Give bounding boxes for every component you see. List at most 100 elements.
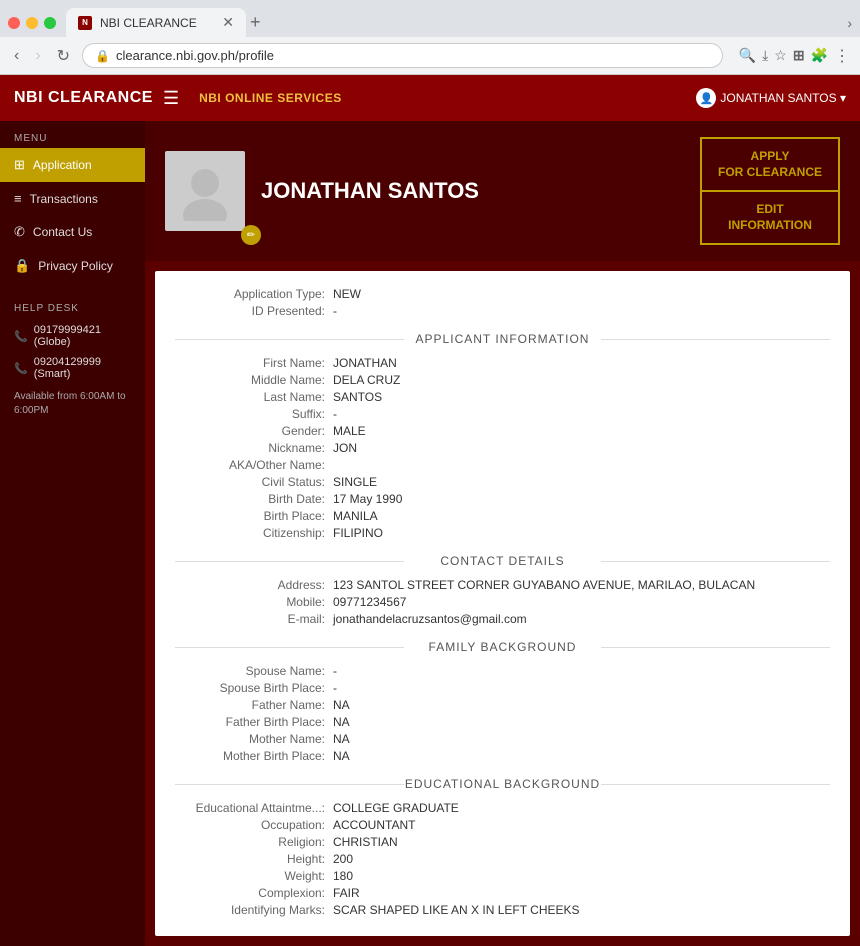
field-value: SINGLE: [333, 475, 377, 489]
user-avatar-icon: 👤: [696, 88, 716, 108]
menu-label: MENU: [0, 121, 145, 148]
field-value: -: [333, 681, 337, 695]
help-desk-label: HELP DESK: [0, 283, 145, 320]
field-label: Citizenship:: [175, 526, 325, 540]
field-label: Educational Attaintme...:: [175, 801, 325, 815]
extension-icon[interactable]: 🧩: [811, 47, 828, 64]
field-value: 09771234567: [333, 595, 406, 609]
sidebar-item-application[interactable]: ⊞ Application: [0, 148, 145, 182]
tab-title: NBI CLEARANCE: [100, 16, 197, 30]
sidebar-item-contact[interactable]: ✆ Contact Us: [0, 215, 145, 249]
field-row: Gender:MALE: [175, 424, 830, 438]
info-card: Application Type: NEW ID Presented: - AP…: [155, 271, 850, 936]
user-name[interactable]: JONATHAN SANTOS ▾: [720, 91, 846, 105]
field-label: First Name:: [175, 356, 325, 370]
address-bar: ‹ › ↻ 🔒 clearance.nbi.gov.ph/profile 🔍 ⤓…: [0, 37, 860, 74]
field-row: Occupation:ACCOUNTANT: [175, 818, 830, 832]
field-label: Mobile:: [175, 595, 325, 609]
field-label: Father Birth Place:: [175, 715, 325, 729]
lock-icon: 🔒: [95, 49, 110, 63]
field-row: E-mail:jonathandelacruzsantos@gmail.com: [175, 612, 830, 626]
scroll-right-icon[interactable]: ›: [847, 15, 852, 31]
field-value: -: [333, 407, 337, 421]
field-row: Spouse Name:-: [175, 664, 830, 678]
field-row: Citizenship:FILIPINO: [175, 526, 830, 540]
browser-tab[interactable]: N NBI CLEARANCE ✕: [66, 8, 246, 37]
bookmark-icon[interactable]: ☆: [774, 47, 787, 64]
sidebar-item-transactions[interactable]: ≡ Transactions: [0, 182, 145, 215]
reload-button[interactable]: ↻: [53, 44, 74, 68]
field-value: NA: [333, 749, 350, 763]
sidebar-item-label: Contact Us: [33, 225, 92, 239]
field-row: Civil Status:SINGLE: [175, 475, 830, 489]
field-row: Father Birth Place:NA: [175, 715, 830, 729]
field-label: Mother Name:: [175, 732, 325, 746]
sidebar-item-privacy[interactable]: 🔒 Privacy Policy: [0, 249, 145, 283]
window-controls[interactable]: [8, 17, 56, 29]
family-section-title: FAMILY BACKGROUND: [175, 640, 830, 654]
field-row: Mother Name:NA: [175, 732, 830, 746]
field-label: Birth Place:: [175, 509, 325, 523]
field-value: FAIR: [333, 886, 360, 900]
content-area: ✏ JONATHAN SANTOS APPLYFOR CLEARANCE EDI…: [145, 121, 860, 946]
field-row: Birth Date: 17 May 1990: [175, 492, 830, 506]
phone-globe-text: 09179999421 (Globe): [34, 324, 131, 348]
back-button[interactable]: ‹: [10, 45, 23, 67]
family-fields: Spouse Name:- Spouse Birth Place:- Father …: [175, 664, 830, 763]
applicant-fields: First Name:JONATHANMiddle Name:DELA CRUZ…: [175, 356, 830, 540]
online-services-link[interactable]: NBI ONLINE SERVICES: [199, 91, 342, 105]
reader-icon[interactable]: ⊞: [793, 47, 805, 64]
field-row: Birth Place:MANILA: [175, 509, 830, 523]
sidebar-item-label: Privacy Policy: [38, 259, 113, 273]
field-row: Height:200: [175, 852, 830, 866]
maximize-button[interactable]: [44, 17, 56, 29]
tab-close-icon[interactable]: ✕: [222, 14, 234, 31]
tab-bar: N NBI CLEARANCE ✕ + ›: [0, 0, 860, 37]
contact-section-title: CONTACT DETAILS: [175, 554, 830, 568]
avatar-badge[interactable]: ✏: [241, 225, 261, 245]
profile-header: ✏ JONATHAN SANTOS APPLYFOR CLEARANCE EDI…: [145, 121, 860, 261]
field-row: First Name:JONATHAN: [175, 356, 830, 370]
forward-button[interactable]: ›: [31, 45, 44, 67]
field-label: Middle Name:: [175, 373, 325, 387]
minimize-button[interactable]: [26, 17, 38, 29]
field-label: Identifying Marks:: [175, 903, 325, 917]
menu-icon[interactable]: ⋮: [834, 46, 850, 66]
phone-icon-2: 📞: [14, 362, 28, 375]
field-row: Suffix:-: [175, 407, 830, 421]
app-type-label: Application Type:: [175, 287, 325, 301]
applicant-section-title: APPLICANT INFORMATION: [175, 332, 830, 346]
brand-text: NBI CLEARANCE: [14, 89, 153, 107]
field-value: 180: [333, 869, 353, 883]
contact-fields: Address:123 SANTOL STREET CORNER GUYABAN…: [175, 578, 830, 626]
close-button[interactable]: [8, 17, 20, 29]
phone-icon: 📞: [14, 330, 28, 343]
field-label: Spouse Birth Place:: [175, 681, 325, 695]
field-value: SCAR SHAPED LIKE AN X IN LEFT CHEEKS: [333, 903, 580, 917]
search-icon[interactable]: 🔍: [739, 47, 756, 64]
app-type-row: Application Type: NEW: [175, 287, 830, 301]
field-value: NA: [333, 698, 350, 712]
url-text: clearance.nbi.gov.ph/profile: [116, 48, 274, 63]
field-value: 123 SANTOL STREET CORNER GUYABANO AVENUE…: [333, 578, 755, 592]
field-row: AKA/Other Name:: [175, 458, 830, 472]
apply-clearance-button[interactable]: APPLYFOR CLEARANCE: [700, 137, 840, 191]
phone-smart-text: 09204129999 (Smart): [34, 356, 131, 380]
sidebar-item-label: Transactions: [30, 192, 98, 206]
field-label: Suffix:: [175, 407, 325, 421]
field-label: Religion:: [175, 835, 325, 849]
download-icon[interactable]: ⤓: [762, 47, 768, 64]
new-tab-button[interactable]: +: [250, 12, 261, 33]
privacy-icon: 🔒: [14, 258, 30, 274]
field-value: 17 May 1990: [333, 492, 402, 506]
sidebar-item-label: Application: [33, 158, 92, 172]
url-box[interactable]: 🔒 clearance.nbi.gov.ph/profile: [82, 43, 723, 68]
edit-information-button[interactable]: EDITINFORMATION: [700, 191, 840, 245]
field-label: Occupation:: [175, 818, 325, 832]
top-nav: NBI CLEARANCE ☰ NBI ONLINE SERVICES 👤 JO…: [0, 75, 860, 121]
hamburger-icon[interactable]: ☰: [163, 88, 179, 109]
field-label: Birth Date:: [175, 492, 325, 506]
field-row: Weight:180: [175, 869, 830, 883]
field-value: 200: [333, 852, 353, 866]
field-value: JON: [333, 441, 357, 455]
